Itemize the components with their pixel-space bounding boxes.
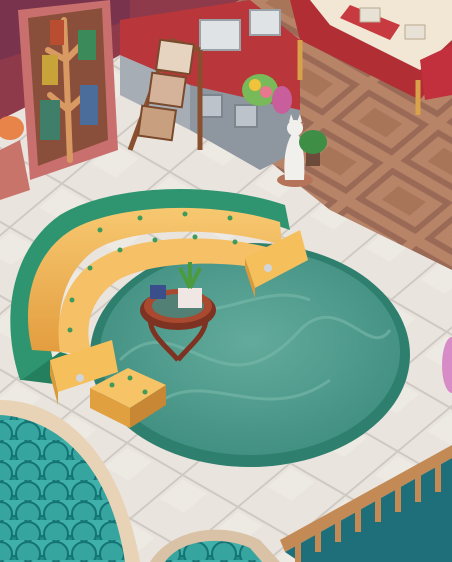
game-scene[interactable] xyxy=(0,0,452,562)
room-canvas[interactable] xyxy=(0,0,452,562)
